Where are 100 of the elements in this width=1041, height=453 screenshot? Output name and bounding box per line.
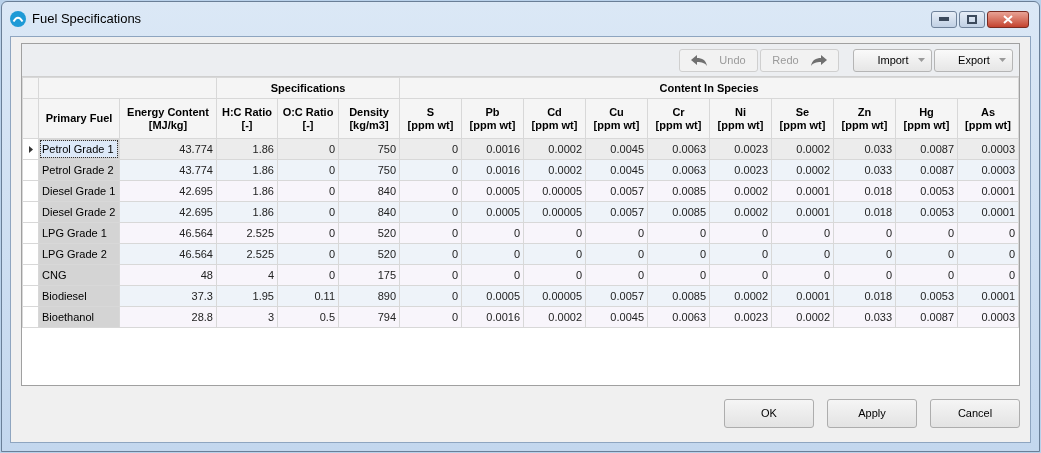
caret-down-icon [999, 58, 1006, 62]
table-cell: 0 [277, 201, 339, 223]
app-logo-icon [10, 11, 26, 27]
table-cell: 0.0003 [957, 306, 1019, 328]
column-header[interactable]: Density [kg/m3] [338, 98, 400, 139]
table-cell: 0 [277, 138, 339, 160]
column-header[interactable]: Cr [ppm wt] [647, 98, 710, 139]
table-cell: 0.0002 [771, 306, 834, 328]
column-header[interactable]: Cd [ppm wt] [523, 98, 586, 139]
table-row[interactable]: Biodiesel 37.3 1.95 0.11 890 0 0.0005 0.00005 0.0057 0.0085 0.0002 0.0001 0.018 0.0053 0.0001 [22, 285, 1019, 307]
column-header[interactable]: H:C Ratio [-] [216, 98, 278, 139]
table-cell: 0.0023 [709, 306, 772, 328]
table-row[interactable]: CNG 48 4 0 175 0 0 0 0 0 0 0 0 0 0 [22, 264, 1019, 286]
close-button[interactable] [987, 10, 1029, 28]
caret-down-icon [918, 58, 925, 62]
dropdown-button[interactable]: Export [934, 48, 1013, 72]
group-header: Specifications [270, 81, 346, 94]
table-cell: 0 [461, 243, 524, 265]
table-cell: 0.0002 [523, 306, 586, 328]
table-cell: 0 [647, 243, 710, 265]
table-cell: 0 [277, 180, 339, 202]
table-cell: 750 [338, 159, 400, 181]
table-cell: 0.0001 [957, 180, 1019, 202]
table-cell: 0 [895, 222, 958, 244]
dialog-button[interactable]: OK [724, 399, 814, 428]
table-cell: 0.0087 [895, 159, 958, 181]
column-header[interactable]: Se [ppm wt] [771, 98, 834, 139]
column-header[interactable]: Cu [ppm wt] [585, 98, 648, 139]
table-cell: 0.00005 [523, 201, 586, 223]
table-cell: 0.0002 [709, 285, 772, 307]
dialog-button[interactable]: Cancel [930, 399, 1020, 428]
table-cell: 0 [277, 159, 339, 181]
table-cell: 0 [399, 201, 462, 223]
table-cell: 0.0023 [709, 138, 772, 160]
table-row[interactable]: Diesel Grade 2 42.695 1.86 0 840 0 0.0005 0.00005 0.0057 0.0085 0.0002 0.0001 0.018 0.0053 0.0001 [22, 201, 1019, 223]
table-cell: 0 [709, 243, 772, 265]
table-cell-text: Bioethanol [41, 309, 95, 325]
table-cell: 42.695 [119, 201, 217, 223]
table-cell: 0.0001 [957, 285, 1019, 307]
restore-icon [967, 14, 977, 24]
table-row[interactable]: Petrol Grade 2 43.774 1.86 0 750 0 0.0016 0.0002 0.0045 0.0063 0.0023 0.0002 0.033 0.0087 0.0003 [22, 159, 1019, 181]
table-cell: 0.0045 [585, 159, 648, 181]
table-cell: 0.0087 [895, 138, 958, 160]
dropdown-button[interactable]: Import [853, 48, 932, 72]
column-header[interactable]: Primary Fuel [38, 98, 120, 139]
column-header[interactable]: Ni [ppm wt] [709, 98, 772, 139]
table-row[interactable]: LPG Grade 2 46.564 2.525 0 520 0 0 0 0 0 0 0 0 0 0 [22, 243, 1019, 265]
column-header[interactable]: As [ppm wt] [957, 98, 1019, 139]
table-cell: 1.86 [216, 201, 278, 223]
table-cell: 0 [771, 264, 834, 286]
table-cell: 0.0053 [895, 201, 958, 223]
dialog-button[interactable]: Apply [827, 399, 917, 428]
table-cell: 37.3 [119, 285, 217, 307]
table-cell: 0.0002 [709, 180, 772, 202]
minimize-icon [939, 17, 949, 21]
table-row[interactable]: LPG Grade 1 46.564 2.525 0 520 0 0 0 0 0 0 0 0 0 0 [22, 222, 1019, 244]
table-row[interactable]: Diesel Grade 1 42.695 1.86 0 840 0 0.0005 0.00005 0.0057 0.0085 0.0002 0.0001 0.018 0.0053 0.0001 [22, 180, 1019, 202]
table-cell: 0 [709, 264, 772, 286]
column-header[interactable]: O:C Ratio [-] [277, 98, 339, 139]
table-cell: 0 [399, 159, 462, 181]
table-cell: 0 [771, 243, 834, 265]
table-cell: 1.86 [216, 138, 278, 160]
table-cell: 43.774 [119, 138, 217, 160]
table-cell: 0.0063 [647, 306, 710, 328]
column-header[interactable]: Energy Content [MJ/kg] [119, 98, 217, 139]
table-cell: 0 [585, 222, 648, 244]
table-cell: 840 [338, 201, 400, 223]
table-row[interactable]: Petrol Grade 1 43.774 1.86 0 750 0 0.0016 0.0002 0.0045 0.0063 0.0023 0.0002 0.033 0.0087 0.0003 [22, 138, 1019, 160]
maximize-button[interactable] [959, 10, 985, 28]
column-header[interactable]: Hg [ppm wt] [895, 98, 958, 139]
table-cell: 0.033 [833, 159, 896, 181]
table-cell: 1.86 [216, 180, 278, 202]
table-cell: 0.0005 [461, 201, 524, 223]
table-cell: 0 [523, 243, 586, 265]
table-cell: 0.033 [833, 138, 896, 160]
table-cell: 0 [585, 243, 648, 265]
table-cell: 0 [399, 243, 462, 265]
table-row[interactable]: Bioethanol 28.8 3 0.5 794 0 0.0016 0.0002 0.0045 0.0063 0.0023 0.0002 0.033 0.0087 0.0003 [22, 306, 1019, 328]
table-cell: 0.033 [833, 306, 896, 328]
table-cell: 520 [338, 243, 400, 265]
table-cell: 0.0053 [895, 180, 958, 202]
table-cell: 0.0001 [771, 285, 834, 307]
column-header[interactable]: Pb [ppm wt] [461, 98, 524, 139]
table-cell: 42.695 [119, 180, 217, 202]
minimize-button[interactable] [931, 10, 957, 28]
column-header[interactable]: Zn [ppm wt] [833, 98, 896, 139]
table-cell: 0 [399, 180, 462, 202]
column-header[interactable]: S [ppm wt] [399, 98, 462, 139]
table-cell-text: Diesel Grade 2 [41, 204, 117, 220]
table-cell: 0 [399, 264, 462, 286]
table-cell: 0.0005 [461, 285, 524, 307]
table-cell: 48 [119, 264, 217, 286]
table-cell: 0.0016 [461, 306, 524, 328]
table-cell: 4 [216, 264, 278, 286]
table-cell: 1.95 [216, 285, 278, 307]
table-cell: 0 [461, 264, 524, 286]
table-cell: 0.0063 [647, 138, 710, 160]
table-cell: 0.0001 [957, 201, 1019, 223]
table-cell: 0.018 [833, 201, 896, 223]
table-cell-text: LPG Grade 2 [41, 246, 108, 262]
